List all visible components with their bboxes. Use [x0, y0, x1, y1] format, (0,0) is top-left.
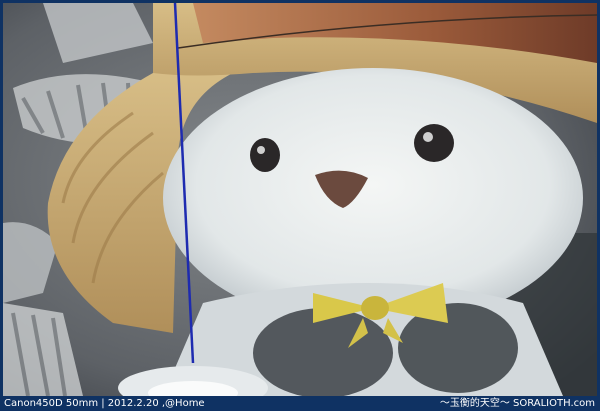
photo-illustration	[3, 3, 597, 396]
caption-bar: Canon450D 50mm | 2012.2.20 ,@Home ～玉衡的天空…	[0, 396, 600, 411]
photo	[3, 3, 597, 396]
bear-right-eye	[414, 124, 454, 162]
site-credit-caption: ～玉衡的天空～ SORALIOTH.com	[439, 398, 595, 409]
photo-exif-caption: Canon450D 50mm | 2012.2.20 ,@Home	[4, 398, 205, 409]
image-frame: Canon450D 50mm | 2012.2.20 ,@Home ～玉衡的天空…	[0, 0, 600, 411]
bear-left-eye	[250, 138, 280, 172]
